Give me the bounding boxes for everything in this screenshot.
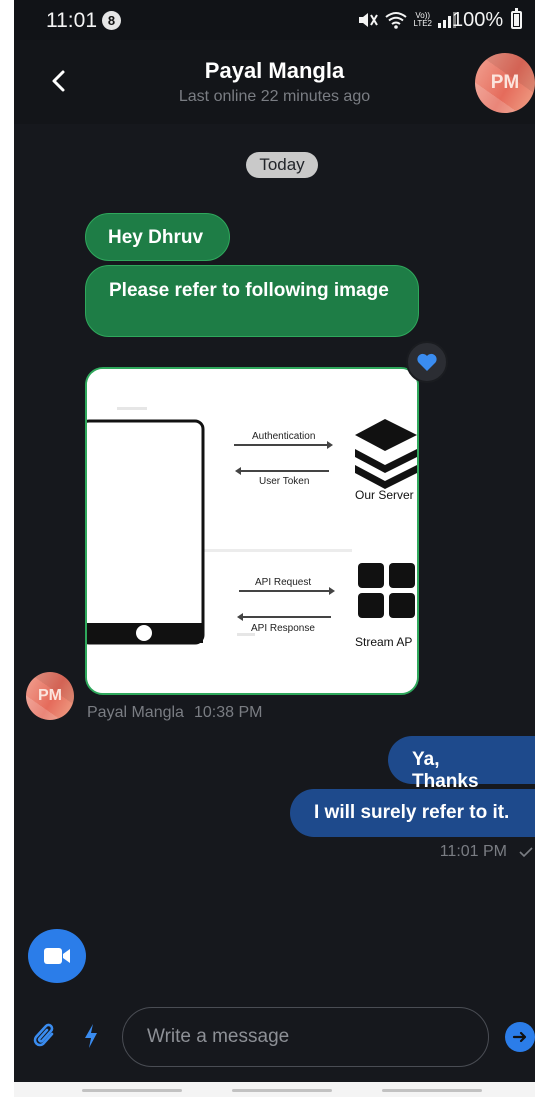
- server-label: Our Server: [355, 488, 414, 502]
- sender-avatar[interactable]: PM: [26, 672, 74, 720]
- incoming-message-meta: Payal Mangla 10:38 PM: [87, 704, 262, 722]
- nav-recent-apps[interactable]: [82, 1089, 182, 1092]
- status-icons: Vo)) LTE2: [357, 10, 457, 30]
- sent-check-icon: [519, 847, 533, 858]
- date-separator: Today: [246, 152, 318, 178]
- message-input[interactable]: [147, 1025, 467, 1049]
- sender-name: Payal Mangla: [87, 704, 184, 721]
- network-label: Vo)) LTE2: [413, 11, 432, 28]
- status-bar: 11:01 8 Vo)) LTE2 100%: [14, 0, 535, 40]
- nav-back[interactable]: [382, 1089, 482, 1092]
- mute-icon: [359, 13, 379, 27]
- architecture-diagram-image: Authentication User Token Our Server API…: [87, 369, 417, 693]
- video-camera-icon: [44, 948, 70, 964]
- outgoing-message[interactable]: I will surely refer to it.: [290, 789, 535, 837]
- lightning-bolt-icon[interactable]: [82, 1022, 100, 1050]
- incoming-message-time: 10:38 PM: [193, 704, 263, 721]
- outgoing-message[interactable]: Ya, Thanks: [388, 736, 535, 792]
- message-composer: [122, 1007, 489, 1067]
- send-button[interactable]: [505, 1022, 535, 1052]
- chat-header: Payal Mangla Last online 22 minutes ago …: [14, 40, 535, 124]
- battery-percent: 100%: [452, 9, 504, 31]
- incoming-message[interactable]: Hey Dhruv: [85, 213, 230, 261]
- system-nav-bar: [14, 1082, 535, 1097]
- battery-icon: [511, 8, 522, 29]
- attachment-icon[interactable]: [32, 1022, 58, 1050]
- stream-label: Stream AP: [355, 635, 412, 649]
- nav-home[interactable]: [232, 1089, 332, 1092]
- last-online-status: Last online 22 minutes ago: [178, 88, 371, 105]
- token-label: User Token: [259, 476, 309, 487]
- wifi-icon: [385, 12, 408, 29]
- status-time: 11:01: [46, 9, 97, 32]
- image-attachment[interactable]: Authentication User Token Our Server API…: [85, 367, 419, 695]
- video-call-button[interactable]: [28, 929, 86, 983]
- contact-name[interactable]: Payal Mangla: [14, 58, 535, 84]
- api-request-label: API Request: [255, 577, 311, 588]
- send-arrow-icon: [512, 1031, 527, 1043]
- api-response-label: API Response: [251, 623, 315, 634]
- incoming-message[interactable]: Please refer to following image: [85, 265, 419, 337]
- message-reaction[interactable]: [406, 341, 448, 383]
- heart-icon: [417, 353, 437, 371]
- contact-avatar[interactable]: PM: [475, 53, 535, 113]
- chat-screen: 11:01 8 Vo)) LTE2 100% Payal Mangla Last…: [14, 0, 535, 1082]
- outgoing-message-time: 11:01 PM: [439, 843, 507, 860]
- auth-label: Authentication: [252, 431, 315, 442]
- notification-count-badge: 8: [102, 11, 121, 30]
